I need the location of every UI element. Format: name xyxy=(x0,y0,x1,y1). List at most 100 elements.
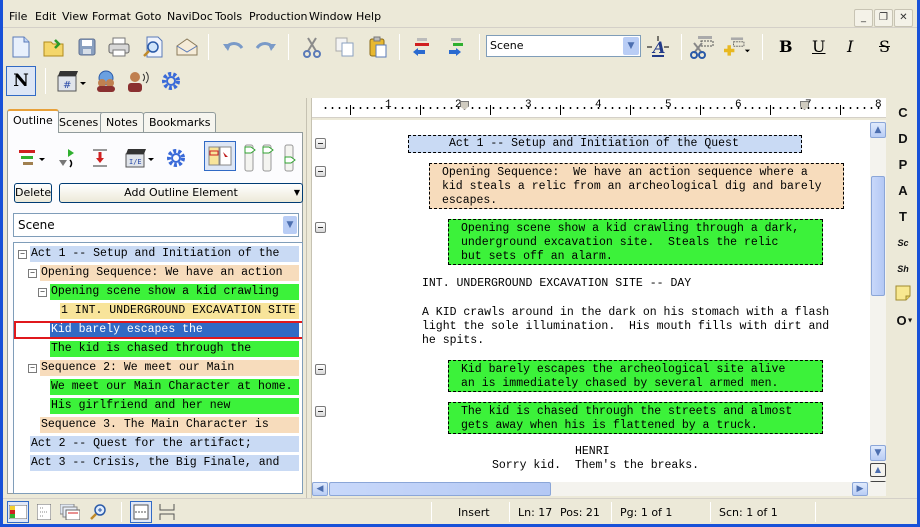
outline-tree-item[interactable]: We meet our Main Character at home. xyxy=(50,379,299,395)
scroll-left-icon[interactable]: ◀ xyxy=(312,482,328,496)
other-element-button[interactable]: O▼ xyxy=(893,311,917,331)
sequence-element[interactable]: Opening Sequence: We have an action sequ… xyxy=(429,163,844,209)
close-icon[interactable]: ✕ xyxy=(894,9,913,27)
print-preview-icon[interactable] xyxy=(140,34,166,60)
index-card-icon[interactable] xyxy=(33,501,55,523)
menu-goto[interactable]: Goto xyxy=(135,10,161,23)
outline-tree-item[interactable]: His girlfriend and her new xyxy=(50,398,299,414)
menu-file[interactable]: File xyxy=(9,10,27,23)
save-icon[interactable] xyxy=(74,34,100,60)
tab-scenes[interactable]: Scenes xyxy=(53,112,105,132)
strike-button[interactable]: S xyxy=(879,37,890,56)
scroll-down-icon[interactable]: ▼ xyxy=(870,445,886,461)
collapse-icon[interactable] xyxy=(87,145,113,171)
delete-button[interactable]: Delete xyxy=(14,183,52,203)
outline-tree-item[interactable]: Act 1 -- Setup and Initiation of the xyxy=(30,246,299,262)
settings-icon[interactable] xyxy=(158,68,184,94)
chevron-down-icon[interactable]: ▼ xyxy=(623,37,639,55)
scene-element-button[interactable]: Sc xyxy=(893,233,913,253)
outline-levels-icon[interactable] xyxy=(17,145,47,171)
bold-button[interactable]: B xyxy=(779,37,793,56)
scroll-thumb[interactable] xyxy=(871,176,885,296)
characters-icon[interactable] xyxy=(93,68,119,94)
tab-bookmarks[interactable]: Bookmarks xyxy=(143,112,217,132)
scroll-up-icon[interactable]: ▲ xyxy=(870,122,886,138)
outdent-element-icon[interactable] xyxy=(409,34,435,60)
email-icon[interactable] xyxy=(174,34,200,60)
scene-slate-icon[interactable]: I/E xyxy=(123,145,155,171)
settings-icon[interactable] xyxy=(163,145,189,171)
move-element-icon[interactable] xyxy=(54,145,80,171)
character-name[interactable]: HENRI xyxy=(575,445,610,459)
voice-icon[interactable] xyxy=(125,68,151,94)
outline-tree-item[interactable]: Opening scene show a kid crawling xyxy=(50,284,299,300)
act-element[interactable]: Act 1 -- Setup and Initiation of the Que… xyxy=(408,135,802,153)
action-element-button[interactable]: A xyxy=(893,181,913,201)
chevron-down-icon[interactable]: ▼ xyxy=(283,216,297,234)
transition-element-button[interactable]: T xyxy=(893,207,913,227)
outline-tree-item[interactable]: The kid is chased through the xyxy=(50,341,299,357)
outline-tree-item[interactable]: Sequence 2: We meet our Main xyxy=(40,360,299,376)
dialogue-text[interactable]: Sorry kid. Them's the breaks. xyxy=(492,459,699,473)
tree-collapse-toggle[interactable]: − xyxy=(18,250,27,259)
element-style-select[interactable]: Scene ▼ xyxy=(486,35,641,57)
restore-icon[interactable]: ❐ xyxy=(874,9,893,27)
scene-element[interactable]: Kid barely escapes the archeological sit… xyxy=(448,360,823,392)
cut-element-icon[interactable] xyxy=(690,34,716,60)
new-document-icon[interactable] xyxy=(8,34,34,60)
scene-number-icon[interactable]: # xyxy=(55,68,87,94)
scroll-right-icon[interactable]: ▶ xyxy=(852,482,868,496)
character-element-button[interactable]: C xyxy=(893,103,913,123)
scene-heading[interactable]: INT. UNDERGROUND EXCAVATION SITE -- DAY xyxy=(422,277,691,291)
menu-view[interactable]: View xyxy=(62,10,88,23)
shot-element-button[interactable]: Sh xyxy=(893,259,913,279)
copy-icon[interactable] xyxy=(332,34,358,60)
vertical-scrollbar[interactable]: ▲ ▼ ▲ xyxy=(870,120,886,482)
underline-button[interactable]: U xyxy=(812,37,825,56)
cards-stack-icon[interactable] xyxy=(59,501,81,523)
cut-icon[interactable] xyxy=(299,34,325,60)
indent-element-icon[interactable] xyxy=(443,34,469,60)
undo-icon[interactable] xyxy=(220,34,246,60)
dialogue-element-button[interactable]: D xyxy=(893,129,913,149)
tree-collapse-toggle[interactable]: − xyxy=(38,288,47,297)
collapse-toggle[interactable] xyxy=(315,166,326,177)
menu-window[interactable]: Window xyxy=(309,10,352,23)
menu-format[interactable]: Format xyxy=(92,10,131,23)
menu-navidoc[interactable]: NaviDoc xyxy=(167,10,213,23)
outline-tree-item[interactable]: Opening Sequence: We have an action xyxy=(40,265,299,281)
split-view-icon[interactable] xyxy=(204,141,236,171)
level-slider-2[interactable] xyxy=(261,143,275,173)
menu-tools[interactable]: Tools xyxy=(215,10,242,23)
font-size-icon[interactable]: A xyxy=(645,34,671,60)
scene-element[interactable]: The kid is chased through the streets an… xyxy=(448,402,823,434)
menu-help[interactable]: Help xyxy=(356,10,381,23)
collapse-toggle[interactable] xyxy=(315,222,326,233)
tree-collapse-toggle[interactable]: − xyxy=(28,364,37,373)
previous-page-icon[interactable]: ▲ xyxy=(870,463,886,477)
add-element-icon[interactable] xyxy=(724,34,750,60)
collapse-toggle[interactable] xyxy=(315,138,326,149)
note-icon[interactable] xyxy=(893,285,913,305)
print-icon[interactable] xyxy=(106,34,132,60)
collapse-toggle[interactable] xyxy=(315,364,326,375)
italic-button[interactable]: I xyxy=(847,37,853,56)
zoom-icon[interactable] xyxy=(87,501,109,523)
menu-production[interactable]: Production xyxy=(249,10,308,23)
page-layout-icon[interactable] xyxy=(130,501,152,523)
redo-icon[interactable] xyxy=(253,34,279,60)
level-slider-1[interactable] xyxy=(243,143,257,173)
scene-element[interactable]: Opening scene show a kid crawling throug… xyxy=(448,219,823,265)
script-editor[interactable]: Act 1 -- Setup and Initiation of the Que… xyxy=(312,120,870,482)
menu-edit[interactable]: Edit xyxy=(35,10,56,23)
minimize-icon[interactable]: _ xyxy=(854,9,873,27)
add-outline-element-button[interactable]: Add Outline Element ▼ xyxy=(59,183,303,203)
navidoc-button[interactable]: N xyxy=(6,66,36,96)
outline-tree-item[interactable]: 1 INT. UNDERGROUND EXCAVATION SITE xyxy=(60,303,299,319)
parenthetical-element-button[interactable]: P xyxy=(893,155,913,175)
outline-view-icon[interactable] xyxy=(7,501,29,523)
level-slider-3[interactable] xyxy=(283,143,297,173)
scroll-thumb[interactable] xyxy=(329,482,551,496)
tab-notes[interactable]: Notes xyxy=(100,112,144,132)
outline-tree-item[interactable]: Sequence 3. The Main Character is xyxy=(40,417,299,433)
